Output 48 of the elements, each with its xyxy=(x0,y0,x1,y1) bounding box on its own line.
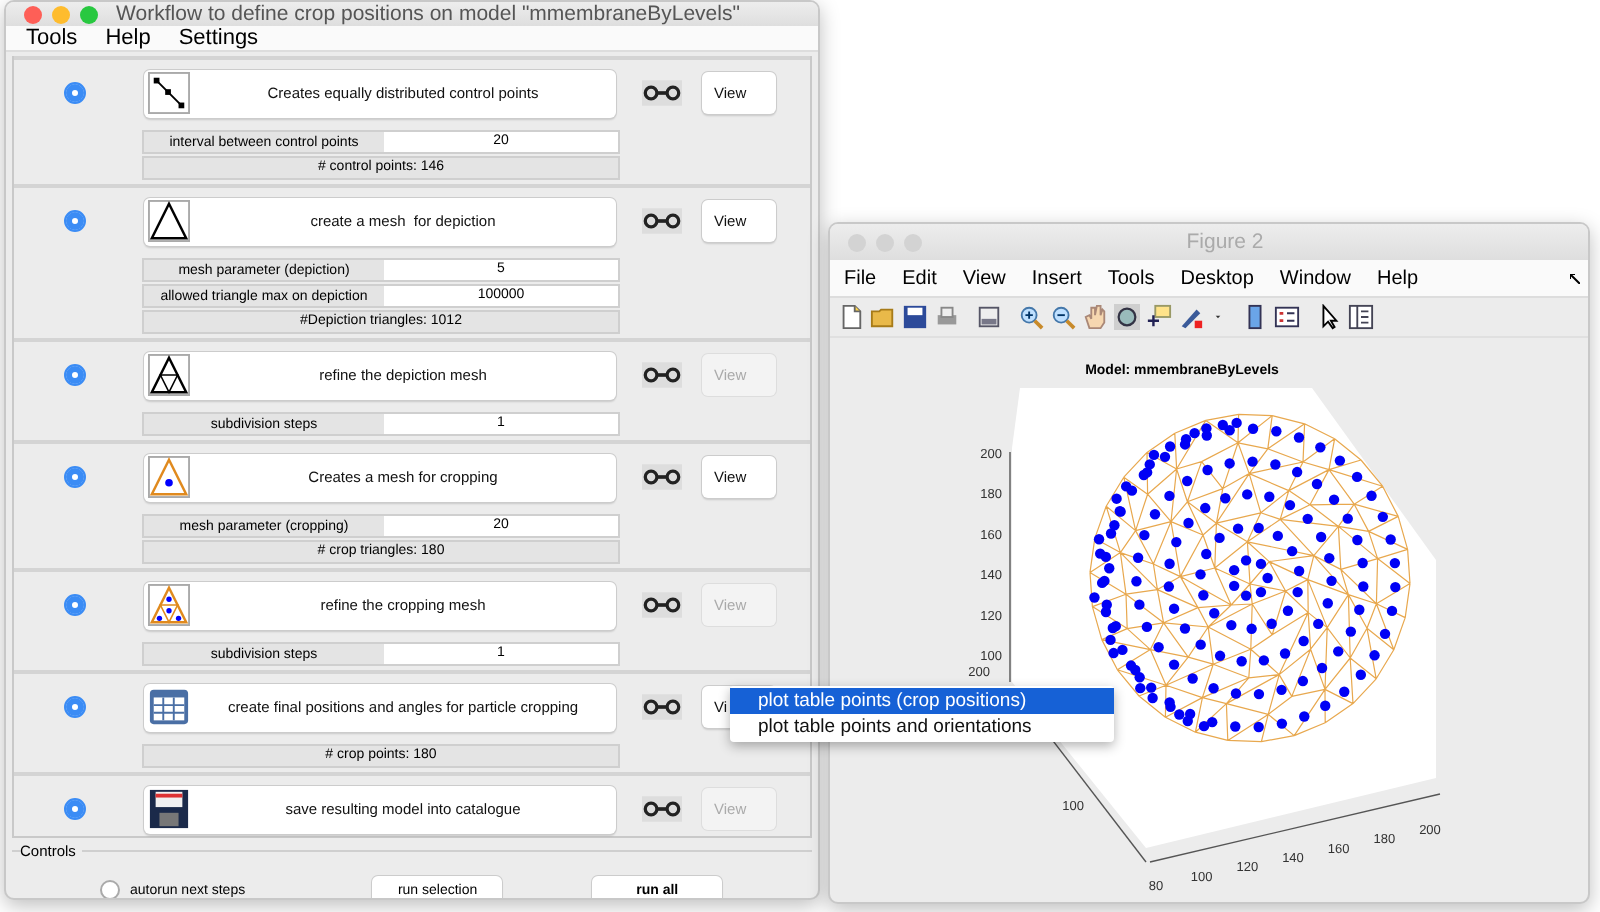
radio-button[interactable] xyxy=(64,466,86,488)
radio-button[interactable] xyxy=(64,594,86,616)
menu-item[interactable]: Edit xyxy=(902,267,937,289)
brush-icon[interactable] xyxy=(1178,304,1204,330)
wrench-icon[interactable] xyxy=(642,796,682,822)
menu-item[interactable]: Tools xyxy=(1107,267,1155,289)
radio-button[interactable] xyxy=(64,82,86,104)
wrench-icon[interactable] xyxy=(642,694,682,720)
crop-triangle-icon xyxy=(148,456,190,498)
window-title: Figure 2 xyxy=(1184,230,1266,254)
triangle-icon xyxy=(148,200,190,242)
floppy-icon xyxy=(148,788,190,830)
print-preview-icon[interactable] xyxy=(976,304,1002,330)
radio-button[interactable] xyxy=(100,880,120,898)
refined-crop-triangle-icon xyxy=(148,584,190,626)
menu-item[interactable]: Help xyxy=(1377,267,1419,289)
table-icon xyxy=(148,686,190,728)
wrench-icon[interactable] xyxy=(642,592,682,618)
data-cursor-icon[interactable] xyxy=(1146,304,1172,330)
wrench-icon[interactable] xyxy=(642,80,682,106)
menu-item[interactable]: Window xyxy=(1279,267,1351,289)
zoom-out-icon[interactable] xyxy=(1050,304,1076,330)
radio-button[interactable] xyxy=(64,364,86,386)
menu-item[interactable]: File xyxy=(844,267,877,289)
menu-item[interactable]: Settings xyxy=(178,26,259,50)
menu-item[interactable]: Desktop xyxy=(1180,267,1254,289)
menu-item[interactable]: Help xyxy=(105,26,151,50)
save-icon[interactable] xyxy=(902,304,928,330)
wrench-icon[interactable] xyxy=(642,464,682,490)
wrench-icon[interactable] xyxy=(642,362,682,388)
refined-triangle-icon xyxy=(148,354,190,396)
legend-icon[interactable] xyxy=(1274,304,1300,330)
menu-item[interactable]: Insert xyxy=(1031,267,1082,289)
menu-item[interactable]: Tools xyxy=(26,26,78,50)
menu-item[interactable]: View xyxy=(962,267,1006,289)
radio-button[interactable] xyxy=(64,696,86,718)
dock-arrow-icon[interactable] xyxy=(1570,274,1580,284)
radio-button[interactable] xyxy=(64,798,86,820)
zoom-in-icon[interactable] xyxy=(1018,304,1044,330)
property-panel-icon[interactable] xyxy=(1348,304,1374,330)
wrench-icon[interactable] xyxy=(642,208,682,234)
radio-button[interactable] xyxy=(64,210,86,232)
window-title: Workflow to define crop positions on model "mmembraneByLevels" xyxy=(114,2,742,26)
close-button[interactable] xyxy=(24,5,42,23)
context-menu-item[interactable]: plot table points (crop positions) xyxy=(730,688,1114,714)
new-file-icon[interactable] xyxy=(838,304,864,330)
points-icon xyxy=(148,72,190,114)
context-menu-item[interactable]: plot table points and orientations xyxy=(730,714,1114,740)
